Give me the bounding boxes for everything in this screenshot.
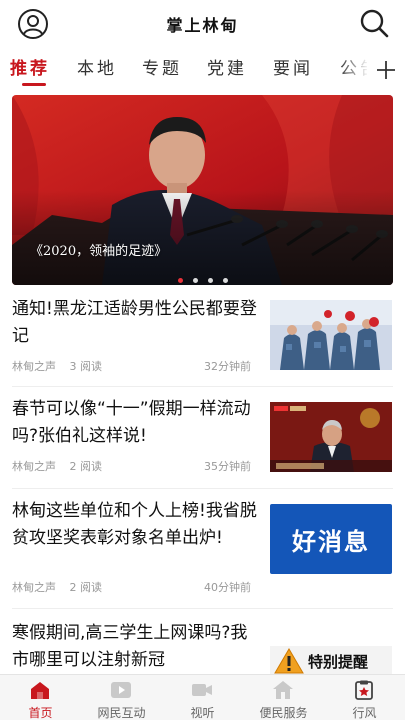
house-service-icon xyxy=(273,681,293,699)
plus-icon xyxy=(377,61,395,79)
active-tab-indicator xyxy=(22,83,46,86)
category-tabs: 推荐 本地 专题 党建 要闻 公告 xyxy=(0,52,405,88)
divider xyxy=(12,608,393,609)
nav-home-label: 首页 xyxy=(28,706,53,720)
carousel-dot[interactable] xyxy=(177,278,183,283)
nav-services-label: 便民服务 xyxy=(259,706,308,720)
news-thumbnail xyxy=(270,402,392,472)
carousel-dot[interactable] xyxy=(192,278,198,283)
carousel-dot[interactable] xyxy=(207,278,213,283)
nav-interaction[interactable]: 网民互动 xyxy=(81,675,162,720)
tab-headlines[interactable]: 要闻 xyxy=(273,54,313,79)
add-tab-button[interactable] xyxy=(367,52,405,88)
carousel-dots xyxy=(0,268,405,287)
news-meta: 林甸之声 2 阅读 40分钟前 xyxy=(12,579,251,595)
news-headline: 寒假期间,高三学生上网课吗?我市哪里可以注射新冠 xyxy=(12,623,248,670)
app-title: 掌上林甸 xyxy=(166,16,239,35)
news-headline: 春节可以像“十一”假期一样流动吗?张伯礼这样说! xyxy=(12,399,251,446)
divider xyxy=(12,386,393,387)
nav-home[interactable]: 首页 xyxy=(0,675,81,720)
clipboard-icon xyxy=(355,680,373,700)
nav-conduct[interactable]: 行风 xyxy=(324,675,405,720)
news-thumbnail: 好消息 xyxy=(270,504,392,574)
nav-audiovisual-label: 视听 xyxy=(190,706,215,720)
news-source: 林甸之声 xyxy=(12,360,56,373)
news-meta: 林甸之声 2 阅读 35分钟前 xyxy=(12,458,251,474)
divider xyxy=(12,488,393,489)
news-time: 32分钟前 xyxy=(204,360,251,373)
news-time: 35分钟前 xyxy=(204,460,251,473)
tab-party[interactable]: 党建 xyxy=(207,54,247,79)
news-thumbnail xyxy=(270,300,392,370)
tab-local[interactable]: 本地 xyxy=(77,54,117,79)
news-source: 林甸之声 xyxy=(12,581,56,594)
play-icon xyxy=(111,682,131,698)
news-reads: 2 阅读 xyxy=(69,460,103,473)
video-camera-icon xyxy=(192,684,212,696)
bottom-nav: 首页 网民互动 视听 便民服务 行风 xyxy=(0,674,405,720)
home-icon xyxy=(31,682,49,699)
search-icon[interactable] xyxy=(357,6,391,40)
good-news-text: 好消息 xyxy=(292,527,370,556)
news-meta: 林甸之声 3 阅读 32分钟前 xyxy=(12,358,251,374)
carousel-dot[interactable] xyxy=(222,278,228,283)
nav-audiovisual[interactable]: 视听 xyxy=(162,675,243,720)
nav-services[interactable]: 便民服务 xyxy=(243,675,324,720)
news-source: 林甸之声 xyxy=(12,460,56,473)
news-thumbnail: 特别提醒 xyxy=(270,646,392,676)
tab-special[interactable]: 专题 xyxy=(142,54,182,79)
news-time: 40分钟前 xyxy=(204,581,251,594)
news-headline: 通知!黑龙江适龄男性公民都要登记 xyxy=(12,299,257,346)
tab-recommend[interactable]: 推荐 xyxy=(10,54,50,79)
news-headline: 林甸这些单位和个人上榜!我省脱贫攻坚奖表彰对象名单出炉! xyxy=(12,501,257,548)
banner-caption: 《2020，领袖的足迹》 xyxy=(30,244,168,259)
news-reads: 2 阅读 xyxy=(69,581,103,594)
nav-conduct-label: 行风 xyxy=(352,706,377,720)
warning-icon xyxy=(274,648,304,674)
special-reminder-text: 特别提醒 xyxy=(308,653,369,671)
nav-interaction-label: 网民互动 xyxy=(97,706,146,720)
app-header: 掌上林甸 xyxy=(0,0,405,46)
news-reads: 3 阅读 xyxy=(69,360,103,373)
